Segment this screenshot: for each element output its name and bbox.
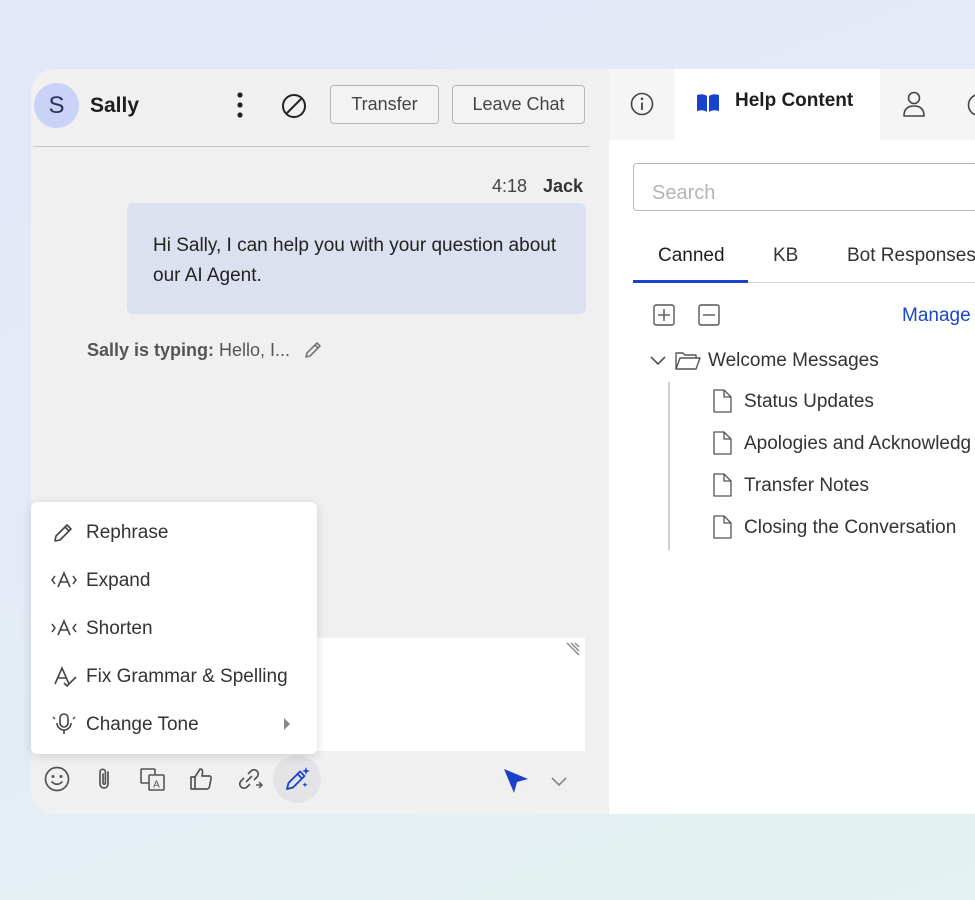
person-icon[interactable] [901,89,927,119]
link-icon[interactable] [234,764,264,794]
pencil-icon [51,520,77,544]
help-tab-bar: Help Content [609,69,975,140]
document-icon [711,389,733,413]
ai-assist-menu: Rephrase Expand Shorten Fix Grammar & Sp… [31,502,317,754]
block-icon[interactable] [279,91,309,121]
menu-item-label: Expand [86,570,151,591]
message-bubble: Hi Sally, I can help you with your quest… [127,203,586,314]
chevron-down-icon[interactable] [649,352,667,370]
book-icon [695,91,721,115]
thumbs-up-icon[interactable] [186,764,216,794]
avatar-initial: S [48,91,65,119]
message-input[interactable] [293,638,585,751]
document-icon [711,515,733,539]
document-icon [711,473,733,497]
document-icon [711,431,733,455]
message-time: 4:18 [492,176,528,196]
list-item-label: Transfer Notes [744,475,869,496]
svg-text:A: A [153,780,160,791]
submenu-arrow-icon [282,716,292,732]
history-icon[interactable] [965,91,975,119]
folder-open-icon [674,350,702,372]
menu-item-expand[interactable]: Expand [31,556,317,604]
list-item-label: Apologies and Acknowledg [744,433,972,454]
menu-item-label: Change Tone [86,714,199,735]
menu-item-fix-grammar[interactable]: Fix Grammar & Spelling [31,652,317,700]
more-options-icon[interactable] [227,91,253,119]
shorten-text-icon [51,616,77,640]
menu-item-label: Rephrase [86,522,169,543]
header-divider [33,146,589,147]
tab-canned[interactable]: Canned [658,245,725,267]
resize-handle-icon[interactable] [565,641,581,657]
leave-chat-button[interactable]: Leave Chat [452,85,585,124]
search-input[interactable] [633,163,975,211]
menu-item-label: Fix Grammar & Spelling [86,666,288,687]
list-item-label: Status Updates [744,391,874,412]
contact-name: Sally [90,94,140,117]
translate-icon[interactable]: A [138,764,168,794]
menu-item-change-tone[interactable]: Change Tone [31,700,317,748]
message-text: Hi Sally, I can help you with your quest… [153,235,557,286]
tab-label: Help Content [735,90,854,111]
grammar-check-icon [51,664,77,688]
menu-item-shorten[interactable]: Shorten [31,604,317,652]
transfer-button[interactable]: Transfer [330,85,439,124]
tab-bot-responses[interactable]: Bot Responses [847,245,975,267]
ai-assist-icon[interactable] [282,764,312,794]
menu-item-label: Shorten [86,618,153,639]
typing-prefix: Sally is typing: [87,340,215,360]
help-panel: Help Content Canned KB Bot Responses [609,69,975,814]
menu-item-rephrase[interactable]: Rephrase [31,508,317,556]
expand-text-icon [51,568,77,592]
collapse-all-icon[interactable] [698,304,720,326]
tone-icon [51,712,77,736]
emoji-icon[interactable] [42,764,72,794]
tab-help-content[interactable]: Help Content [675,69,880,140]
chevron-down-icon[interactable] [547,769,571,793]
info-icon[interactable] [628,90,656,118]
typing-text: Hello, I... [214,340,291,360]
chat-header: S Sally Transfer Leave Chat [31,69,609,147]
manage-link[interactable]: Manage [902,305,971,327]
avatar: S [34,83,79,128]
expand-all-icon[interactable] [653,304,675,326]
list-item-label: Closing the Conversation [744,517,957,538]
tab-kb[interactable]: KB [773,245,798,267]
attachment-icon[interactable] [90,764,120,794]
folder-welcome-messages[interactable]: Welcome Messages [708,350,879,372]
tree-guide-line [668,382,670,550]
pencil-icon [302,339,324,361]
typing-indicator: Sally is typing: Hello, I... [87,340,290,361]
message-author: Jack [543,176,584,196]
send-icon[interactable] [501,765,531,795]
active-tab-indicator [633,280,748,283]
